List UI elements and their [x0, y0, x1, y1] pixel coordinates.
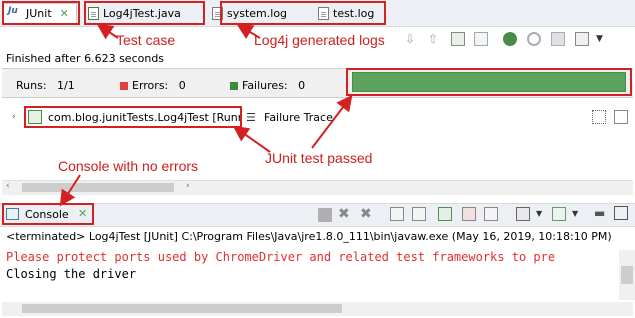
annotation-arrows: [59, 23, 353, 207]
arrow-test-item: [232, 125, 271, 153]
arrow-console: [59, 174, 81, 207]
arrow-test-case: [96, 23, 119, 40]
arrow-progress-bar: [311, 94, 353, 149]
arrow-log4j-logs: [236, 23, 261, 40]
